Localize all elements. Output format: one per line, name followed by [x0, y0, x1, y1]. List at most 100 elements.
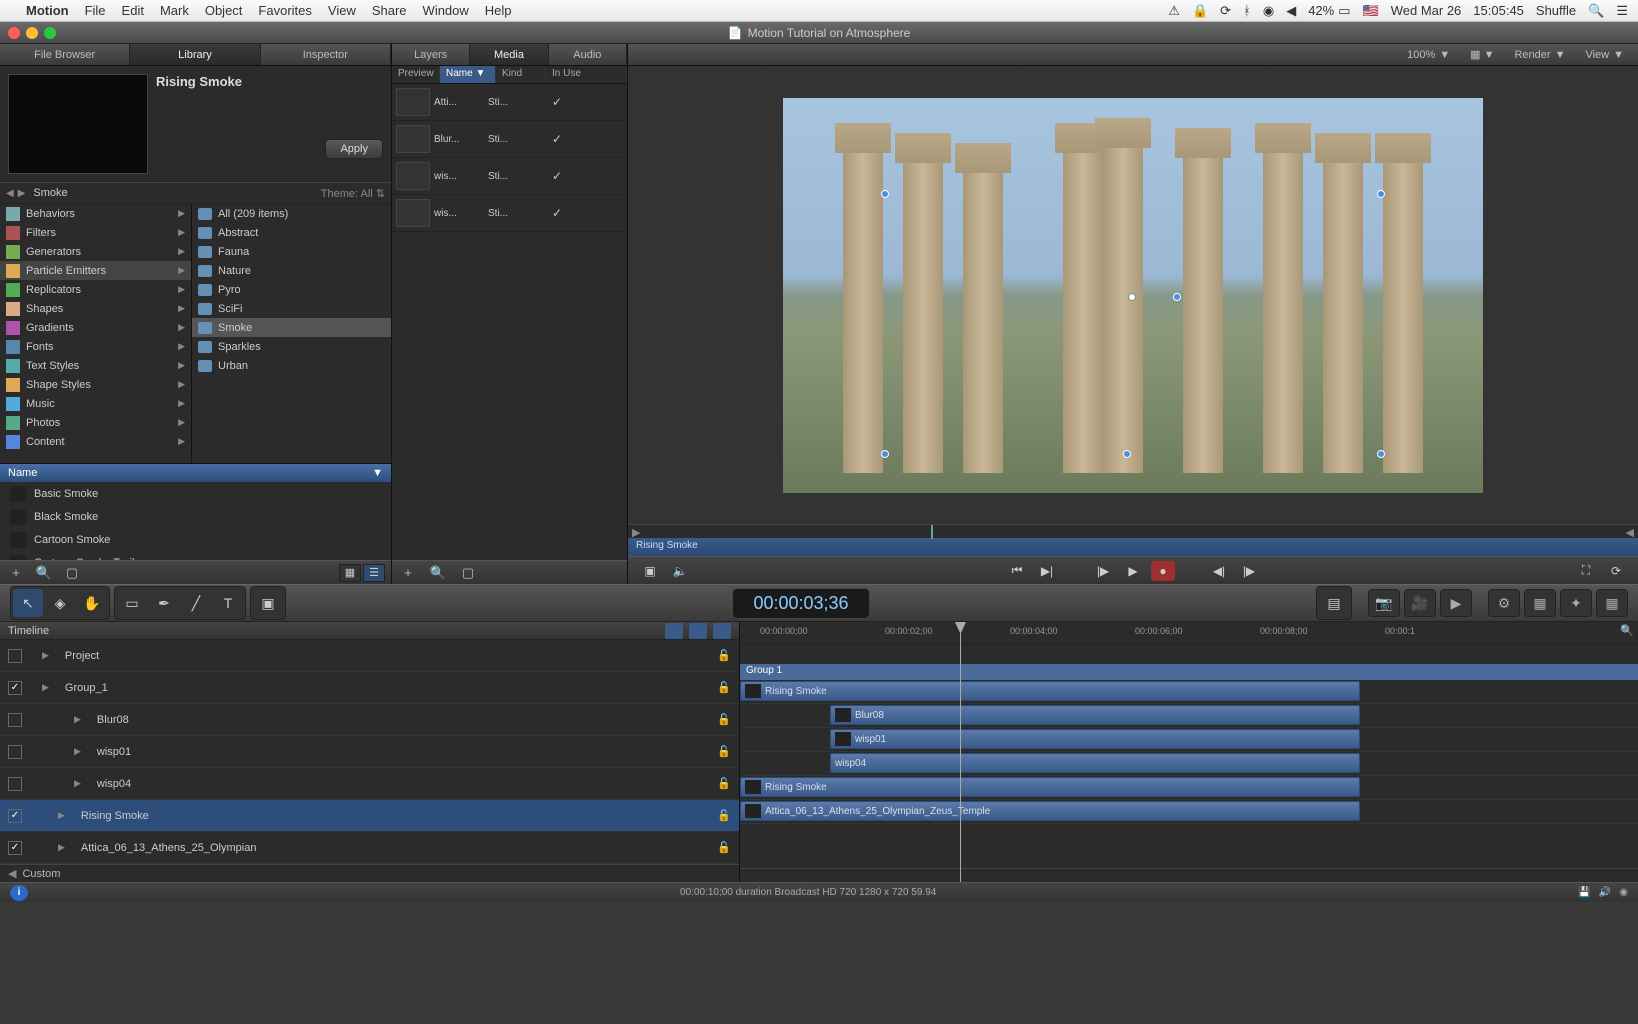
record-button[interactable]: ●: [1151, 561, 1175, 581]
name-column-header[interactable]: Name▼: [0, 464, 391, 482]
media-row[interactable]: wis...Sti...✓: [392, 158, 627, 195]
mute-button[interactable]: 🔈: [668, 561, 692, 581]
category-shape-styles[interactable]: Shape Styles▶: [0, 375, 191, 394]
group-header[interactable]: Group 1: [740, 664, 1638, 680]
folder-abstract[interactable]: Abstract: [192, 223, 391, 242]
step-forward[interactable]: |▶: [1237, 561, 1261, 581]
theme-value[interactable]: All: [360, 188, 372, 200]
prev-frame[interactable]: ▶|: [1035, 561, 1059, 581]
category-gradients[interactable]: Gradients▶: [0, 318, 191, 337]
category-music[interactable]: Music▶: [0, 394, 191, 413]
category-behaviors[interactable]: Behaviors▶: [0, 204, 191, 223]
zoom-menu[interactable]: 100% ▼: [1401, 49, 1456, 61]
timeline-layer-group-1[interactable]: ✓▶Group_1🔓: [0, 672, 739, 704]
nav-forward[interactable]: ▶: [18, 188, 26, 199]
loop-button[interactable]: ⟳: [1604, 561, 1628, 581]
clip-blur08[interactable]: Blur08: [830, 705, 1360, 725]
menu-help[interactable]: Help: [485, 3, 512, 18]
apply-button[interactable]: Apply: [325, 139, 383, 159]
selection-handle-tr[interactable]: [1377, 190, 1385, 198]
warning-icon[interactable]: ⚠: [1168, 3, 1180, 19]
ram-icon[interactable]: ◉: [1619, 887, 1628, 898]
media-row[interactable]: Blur...Sti...✓: [392, 121, 627, 158]
play-range-button[interactable]: ▣: [638, 561, 662, 581]
clip-rising-smoke[interactable]: Rising Smoke: [740, 681, 1360, 701]
rect-tool[interactable]: ▭: [117, 589, 147, 617]
minimize-window[interactable]: [26, 27, 38, 39]
app-menu[interactable]: Motion: [26, 3, 69, 18]
add-generator[interactable]: ▶: [1440, 589, 1472, 617]
selection-handle-bm[interactable]: [1123, 450, 1131, 458]
category-text-styles[interactable]: Text Styles▶: [0, 356, 191, 375]
timeline-layer-blur08[interactable]: ▶Blur08🔓: [0, 704, 739, 736]
menu-edit[interactable]: Edit: [122, 3, 144, 18]
timecode-display[interactable]: 00:00:03;36: [732, 588, 869, 619]
nav-back[interactable]: ◀: [6, 188, 14, 199]
timeline-layer-wisp01[interactable]: ▶wisp01🔓: [0, 736, 739, 768]
tab-inspector[interactable]: Inspector: [261, 44, 391, 65]
menu-file[interactable]: File: [85, 3, 106, 18]
folder-smoke[interactable]: Smoke: [192, 318, 391, 337]
3d-transform-tool[interactable]: ◈: [45, 589, 75, 617]
clip-wisp04[interactable]: wisp04: [830, 753, 1360, 773]
timeline-layer-rising-smoke[interactable]: ✓▶Rising Smoke🔓: [0, 800, 739, 832]
folder-nature[interactable]: Nature: [192, 261, 391, 280]
media-stack[interactable]: ▢: [458, 564, 478, 582]
stack-button[interactable]: ▢: [62, 564, 82, 582]
text-tool[interactable]: T: [213, 589, 243, 617]
view-menu[interactable]: View ▼: [1579, 49, 1630, 61]
timeline-layer-attica-06-13-athens-25-olympian[interactable]: ✓▶Attica_06_13_Athens_25_Olympian🔓: [0, 832, 739, 864]
media-add[interactable]: +: [398, 564, 418, 582]
folder-urban[interactable]: Urban: [192, 356, 391, 375]
fullscreen-button[interactable]: ⛶: [1574, 561, 1598, 581]
bluetooth-icon[interactable]: ᚼ: [1243, 3, 1251, 18]
media-row[interactable]: Atti...Sti...✓: [392, 84, 627, 121]
play-from-start[interactable]: |▶: [1091, 561, 1115, 581]
tl-zoom-in[interactable]: 🔍: [1620, 624, 1634, 637]
asset-cartoon-smoke-trail[interactable]: Cartoon Smoke Trail: [0, 551, 391, 560]
menu-favorites[interactable]: Favorites: [258, 3, 311, 18]
menu-view[interactable]: View: [328, 3, 356, 18]
category-shapes[interactable]: Shapes▶: [0, 299, 191, 318]
category-photos[interactable]: Photos▶: [0, 413, 191, 432]
audio-icon[interactable]: 🔊: [1599, 887, 1611, 898]
media-search[interactable]: 🔍: [428, 564, 448, 582]
user-menu[interactable]: Shuffle: [1536, 3, 1576, 18]
col-kind[interactable]: Kind: [496, 66, 546, 83]
selection-handle-bl[interactable]: [881, 450, 889, 458]
go-start[interactable]: ⏮: [1005, 561, 1029, 581]
tl-keyframe-toggle[interactable]: [689, 623, 707, 639]
timeline-zoom-label[interactable]: Custom: [22, 868, 60, 880]
render-menu[interactable]: Render ▼: [1508, 49, 1571, 61]
col-preview[interactable]: Preview: [392, 66, 440, 83]
line-tool[interactable]: ╱: [181, 589, 211, 617]
timeline-tracks[interactable]: 🔍 00:00:00;0000:00:02;0000:00:04;0000:00…: [740, 622, 1638, 882]
tl-video-toggle[interactable]: [665, 623, 683, 639]
add-button[interactable]: +: [6, 564, 26, 582]
make-particles[interactable]: ✦: [1560, 589, 1592, 617]
nav-path[interactable]: Smoke: [33, 187, 67, 199]
wifi-icon[interactable]: ◉: [1263, 3, 1274, 19]
col-in-use[interactable]: In Use: [546, 66, 627, 83]
time-machine-icon[interactable]: ⟳: [1220, 3, 1231, 19]
replicate[interactable]: ▦: [1596, 589, 1628, 617]
add-behavior[interactable]: ⚙: [1488, 589, 1520, 617]
battery-status[interactable]: 42% ▭: [1308, 3, 1350, 19]
folder-all-209-items-[interactable]: All (209 items): [192, 204, 391, 223]
clip-wisp01[interactable]: wisp01: [830, 729, 1360, 749]
rotation-handle[interactable]: [1173, 293, 1181, 301]
menu-object[interactable]: Object: [205, 3, 243, 18]
anchor-point[interactable]: [1128, 293, 1136, 301]
tab-file-browser[interactable]: File Browser: [0, 44, 130, 65]
close-window[interactable]: [8, 27, 20, 39]
tl-scrollbar[interactable]: [740, 868, 1638, 882]
info-button[interactable]: i: [10, 885, 28, 901]
clip-rising-smoke[interactable]: Rising Smoke: [740, 777, 1360, 797]
pen-tool[interactable]: ✒: [149, 589, 179, 617]
spotlight-icon[interactable]: 🔍: [1588, 3, 1604, 19]
tab-library[interactable]: Library: [130, 44, 260, 65]
category-fonts[interactable]: Fonts▶: [0, 337, 191, 356]
category-replicators[interactable]: Replicators▶: [0, 280, 191, 299]
list-view[interactable]: ☰: [363, 564, 385, 582]
media-row[interactable]: wis...Sti...✓: [392, 195, 627, 232]
